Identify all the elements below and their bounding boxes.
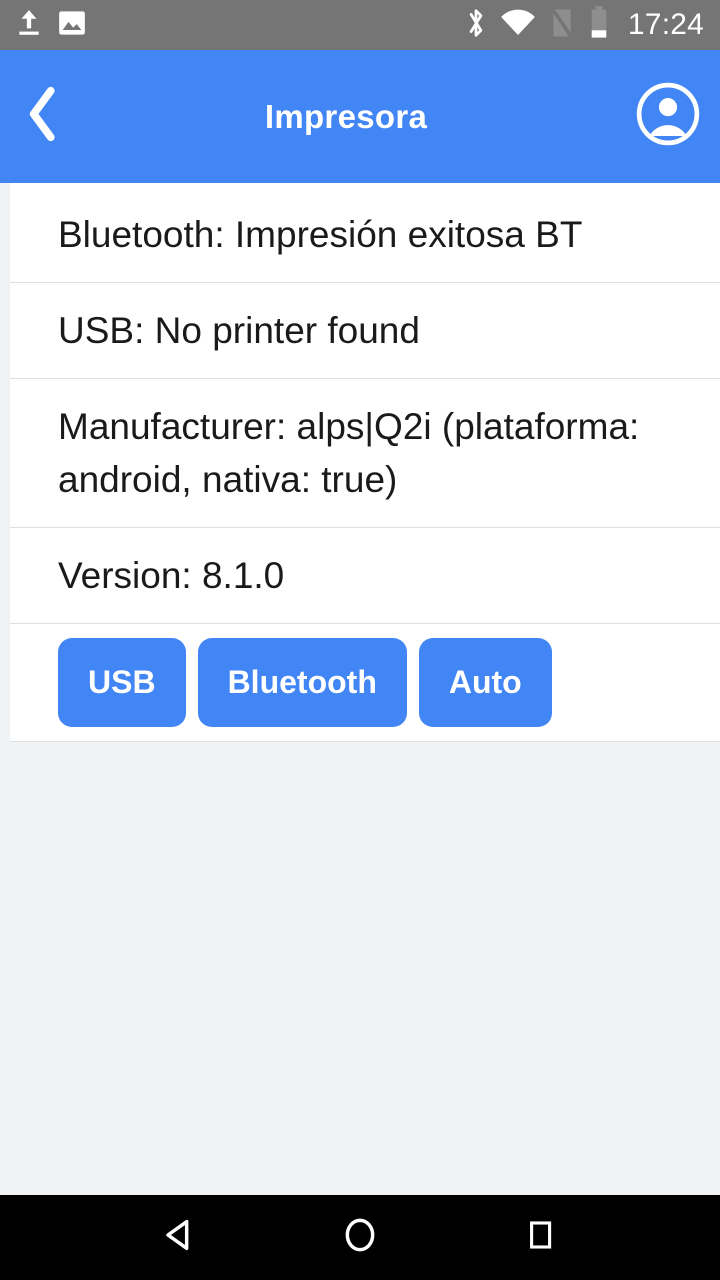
account-circle-icon [635,81,701,152]
status-bar-clock: 17:24 [627,8,704,41]
nav-back-triangle-icon [160,1215,200,1260]
phone-screen: 17:24 Impresora Bluetooth: Impresión exi… [0,0,720,1280]
status-bar-left-icons [16,8,86,43]
no-sim-signal-icon [549,6,575,44]
android-navigation-bar [0,1195,720,1280]
print-mode-button-group: USB Bluetooth Auto [10,624,720,742]
usb-button[interactable]: USB [58,637,186,727]
version-text: Version: 8.1.0 [58,554,285,596]
bluetooth-status-text: Bluetooth: Impresión exitosa BT [58,214,583,255]
auto-button[interactable]: Auto [418,637,552,727]
wifi-icon [500,8,536,43]
nav-home-button[interactable] [315,1195,405,1280]
battery-low-icon [588,5,610,45]
nav-recents-button[interactable] [495,1195,585,1280]
page-title: Impresora [264,97,428,135]
bluetooth-button[interactable]: Bluetooth [197,637,407,727]
manufacturer-text: Manufacturer: alps|Q2i (plataforma: andr… [58,405,640,500]
chevron-left-icon [23,83,63,150]
nav-home-circle-icon [340,1215,380,1260]
info-row-version: Version: 8.1.0 [10,528,720,624]
info-row-bluetooth: Bluetooth: Impresión exitosa BT [10,187,720,283]
account-button[interactable] [616,50,720,183]
back-button[interactable] [0,50,86,183]
status-bar-right-icons: 17:24 [465,5,704,45]
upload-icon [16,8,42,43]
status-bar: 17:24 [0,0,720,50]
nav-back-button[interactable] [135,1195,225,1280]
bluetooth-icon [465,7,487,44]
printer-info-card: Bluetooth: Impresión exitosa BT USB: No … [10,183,720,742]
info-row-usb: USB: No printer found [10,283,720,379]
nav-recents-square-icon [522,1217,558,1258]
app-bar: Impresora [0,50,720,183]
usb-status-text: USB: No printer found [58,309,420,351]
image-icon [58,9,86,42]
info-row-manufacturer: Manufacturer: alps|Q2i (plataforma: andr… [10,379,720,528]
